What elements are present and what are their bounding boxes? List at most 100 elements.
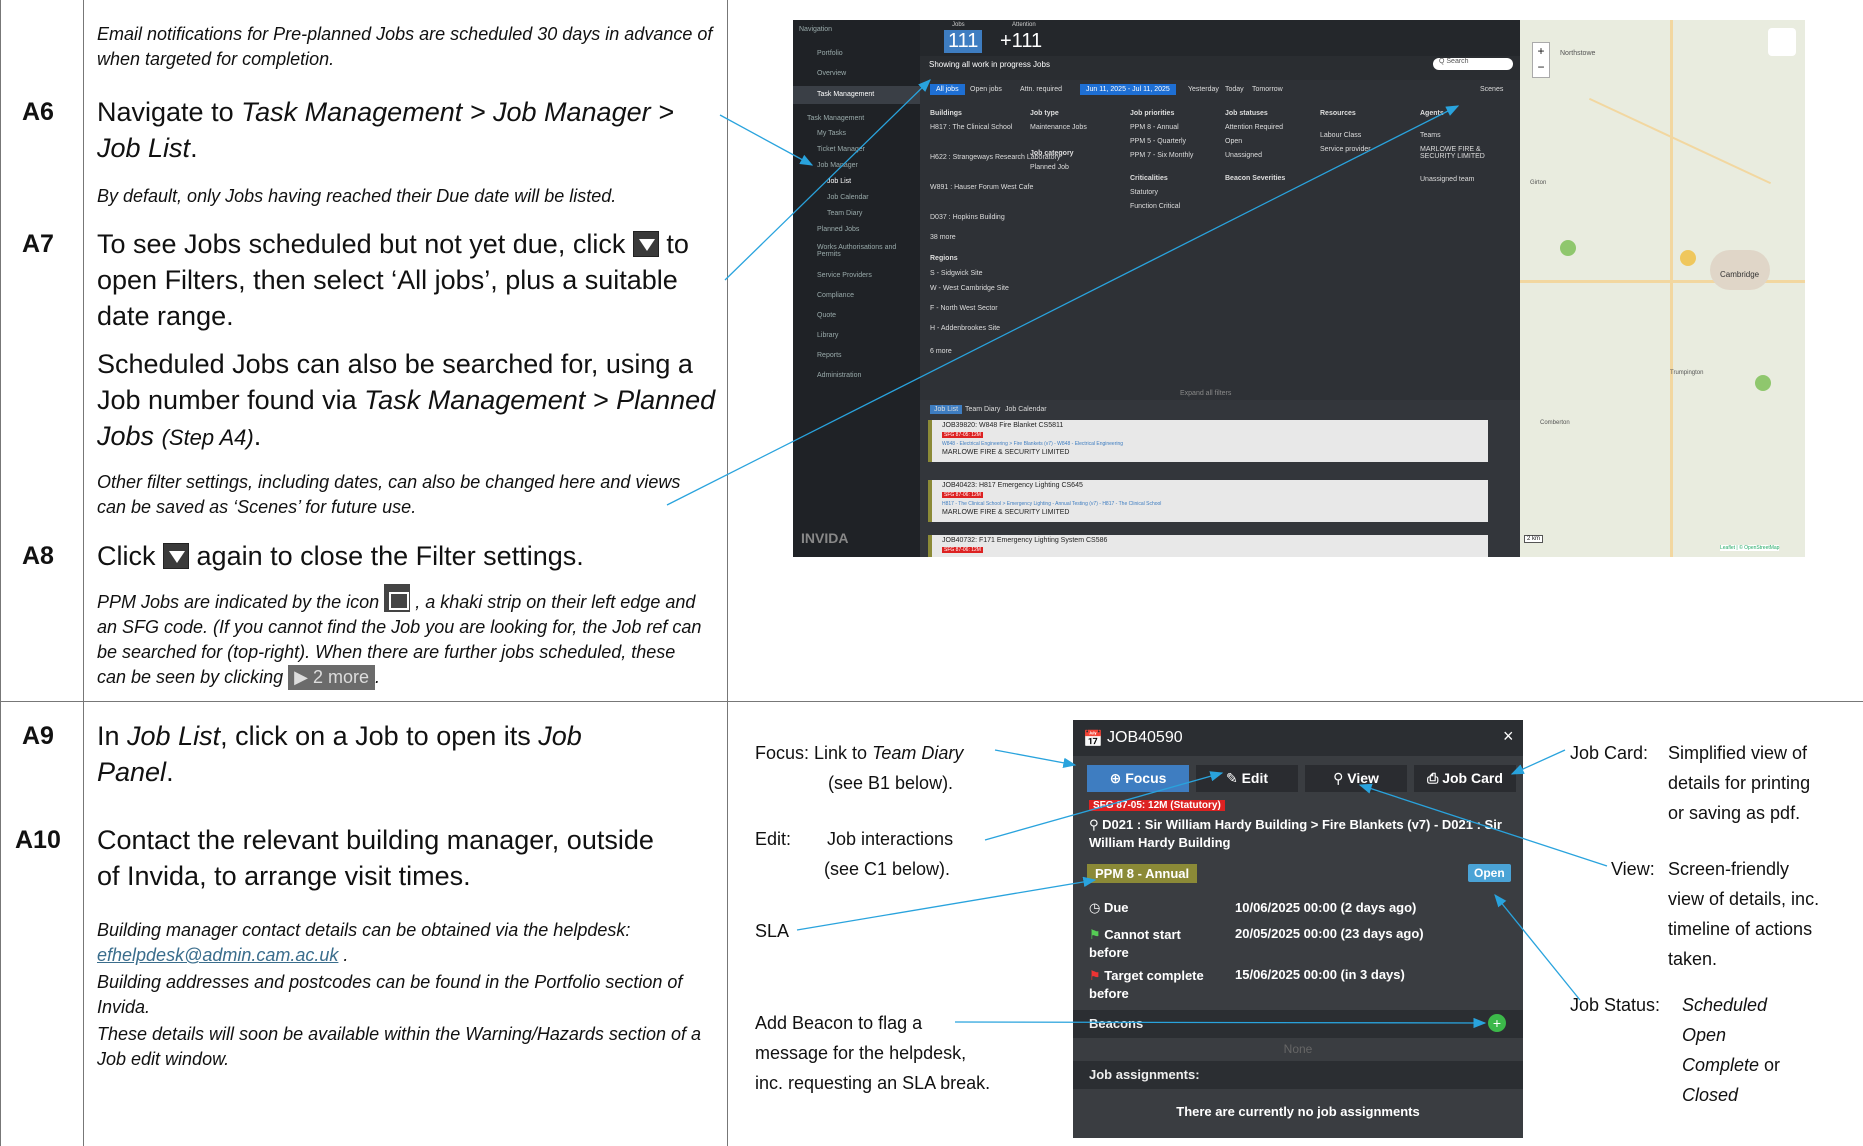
map-label: Cambridge (1720, 270, 1760, 279)
no-assignments-text: There are currently no job assignments (1176, 1104, 1420, 1119)
address-note: Building addresses and postcodes can be … (97, 972, 683, 1017)
job-location: ⚲ D021 : Sir William Hardy Building > Fi… (1089, 817, 1502, 850)
view-button[interactable]: ⚲ View (1305, 765, 1407, 792)
nav-works-auth[interactable]: Works Authorisations and Permits (817, 244, 907, 258)
search-input[interactable]: Q Search (1433, 58, 1513, 70)
close-icon[interactable]: × (1503, 726, 1514, 747)
nav-administration[interactable]: Administration (817, 372, 861, 379)
priority-filter[interactable]: PPM 7 - Six Monthly (1130, 152, 1193, 159)
date-today[interactable]: Today (1225, 86, 1244, 93)
priority-filter[interactable]: PPM 5 - Quarterly (1130, 138, 1186, 145)
tab-open-jobs[interactable]: Open jobs (970, 86, 1002, 93)
labour-filter[interactable]: Service provider (1320, 146, 1371, 153)
tab-attn-required[interactable]: Attn. required (1020, 86, 1062, 93)
jobcat-filter[interactable]: Planned Job (1030, 164, 1069, 171)
nav-team-diary[interactable]: Team Diary (827, 210, 862, 217)
nav-job-list[interactable]: Job List (827, 178, 851, 185)
job-card-button[interactable]: ⎙ Job Card (1414, 765, 1516, 792)
region-filter[interactable]: H - Addenbrookes Site (930, 325, 1000, 332)
agents-header: Agents (1420, 110, 1444, 117)
building-filter[interactable]: H817 : The Clinical School (930, 124, 1012, 131)
brand-logo: INVIDA (801, 530, 849, 546)
regions-header: Regions (930, 255, 958, 262)
nav-my-tasks[interactable]: My Tasks (817, 130, 846, 137)
filter-icon (163, 543, 190, 569)
nav-job-calendar[interactable]: Job Calendar (827, 194, 869, 201)
status-filter[interactable]: Open (1225, 138, 1242, 145)
sfg-badge: SFG 87-05: 12M (942, 432, 983, 438)
nav-planned-jobs[interactable]: Planned Jobs (817, 226, 859, 233)
status-filter[interactable]: Unassigned (1225, 152, 1262, 159)
edit-button[interactable]: ✎ Edit (1196, 765, 1298, 792)
priority-filter[interactable]: PPM 8 - Annual (1130, 124, 1179, 131)
nav-quote[interactable]: Quote (817, 312, 836, 319)
step-a9-text: In Job List, click on a Job to open its … (97, 721, 582, 787)
nav-service-providers[interactable]: Service Providers (817, 272, 872, 279)
jobtype-filter[interactable]: Maintenance Jobs (1030, 124, 1087, 131)
tab-all-jobs[interactable]: All jobs (930, 84, 965, 95)
status-filter[interactable]: Attention Required (1225, 124, 1283, 131)
tab-team-diary[interactable]: Team Diary (965, 406, 1000, 413)
beacons-bar: Beacons + (1073, 1010, 1523, 1038)
tab-job-list[interactable]: Job List (930, 405, 963, 414)
nav-task-management[interactable]: Task Management (817, 91, 874, 98)
helpdesk-email-link[interactable]: efhelpdesk@admin.cam.ac.uk (97, 945, 338, 965)
nav-job-manager[interactable]: Job Manager (817, 162, 858, 169)
jobcat-header: Job category (1030, 150, 1074, 157)
team-filter[interactable]: MARLOWE FIRE & SECURITY LIMITED (1420, 146, 1500, 160)
map-label: Northstowe (1560, 50, 1596, 57)
jobs-count[interactable]: 111 (944, 30, 983, 53)
beacons-label: Beacons (1089, 1016, 1144, 1031)
attention-count[interactable]: +111 (1000, 30, 1042, 53)
region-filter[interactable]: S - Sidgwick Site (930, 270, 983, 277)
job-title: JOB40423: H817 Emergency Lighting CS645 (942, 482, 1083, 489)
nav-ticket-manager[interactable]: Ticket Manager (817, 146, 865, 153)
job-card[interactable]: JOB39820: W848 Fire Blanket CS5811 SFG 8… (928, 420, 1488, 462)
job-card[interactable]: JOB40423: H817 Emergency Lighting CS645 … (928, 480, 1488, 522)
helpdesk-note: Building manager contact details can be … (97, 920, 631, 965)
job-path: W848 - Electrical Engineering > Fire Bla… (942, 441, 1124, 447)
date-tomorrow[interactable]: Tomorrow (1252, 86, 1283, 93)
regions-more[interactable]: 6 more (930, 348, 952, 355)
buildings-more[interactable]: 38 more (930, 234, 956, 241)
nav-overview[interactable]: Overview (817, 70, 846, 77)
building-filter[interactable]: D037 : Hopkins Building (930, 214, 1005, 221)
nav-compliance[interactable]: Compliance (817, 292, 854, 299)
expand-filters-link[interactable]: Expand all filters (1180, 390, 1231, 397)
map-attribution[interactable]: Leaflet | © OpenStreetMap (1720, 545, 1780, 551)
date-range-picker[interactable]: Jun 11, 2025 - Jul 11, 2025 (1080, 84, 1176, 95)
criticality-filter[interactable]: Statutory (1130, 189, 1158, 196)
step-label-a8: A8 (22, 542, 54, 570)
edit-annotation: Edit: (755, 829, 792, 849)
scheduled-text: Scheduled Jobs can also be searched for,… (97, 349, 716, 451)
criticalities-header: Criticalities (1130, 175, 1168, 182)
assignments-label: Job assignments: (1089, 1067, 1200, 1082)
date-yesterday[interactable]: Yesterday (1188, 86, 1219, 93)
add-beacon-icon[interactable]: + (1488, 1014, 1506, 1032)
job-card[interactable]: JOB40732: F171 Emergency Lighting System… (928, 535, 1488, 557)
resources-header: Resources (1320, 110, 1356, 117)
map-view[interactable]: Northstowe Girton Cambridge Comberton Tr… (1520, 20, 1805, 557)
status-annotation-5: Closed (1682, 1085, 1739, 1105)
building-filter[interactable]: W891 : Hauser Forum West Cafe (930, 184, 1033, 191)
criticality-filter[interactable]: Function Critical (1130, 203, 1180, 210)
zoom-control[interactable]: + − (1532, 42, 1550, 78)
map-label: Comberton (1540, 420, 1570, 426)
nav-title: Navigation (799, 26, 833, 33)
teams-header: Teams (1420, 132, 1441, 139)
region-filter[interactable]: F - North West Sector (930, 305, 998, 312)
scenes-dropdown[interactable]: Scenes (1480, 86, 1503, 93)
nav-library[interactable]: Library (817, 332, 838, 339)
team-filter[interactable]: Unassigned team (1420, 176, 1474, 183)
tab-job-calendar[interactable]: Job Calendar (1005, 406, 1047, 413)
cannot-start-label: ⚑ Cannot start before (1089, 927, 1181, 960)
job-path: H817 - The Clinical School > Emergency L… (942, 501, 1162, 507)
layers-icon[interactable] (1768, 28, 1796, 56)
summary-bar: Jobs 111 Attention +111 (920, 20, 1520, 56)
job-company: MARLOWE FIRE & SECURITY LIMITED (942, 449, 1070, 456)
nav-reports[interactable]: Reports (817, 352, 842, 359)
region-filter[interactable]: W - West Cambridge Site (930, 285, 1009, 292)
job-title: JOB40732: F171 Emergency Lighting System… (942, 537, 1108, 544)
focus-button[interactable]: ⊕ Focus (1087, 765, 1189, 792)
nav-portfolio[interactable]: Portfolio (817, 50, 843, 57)
